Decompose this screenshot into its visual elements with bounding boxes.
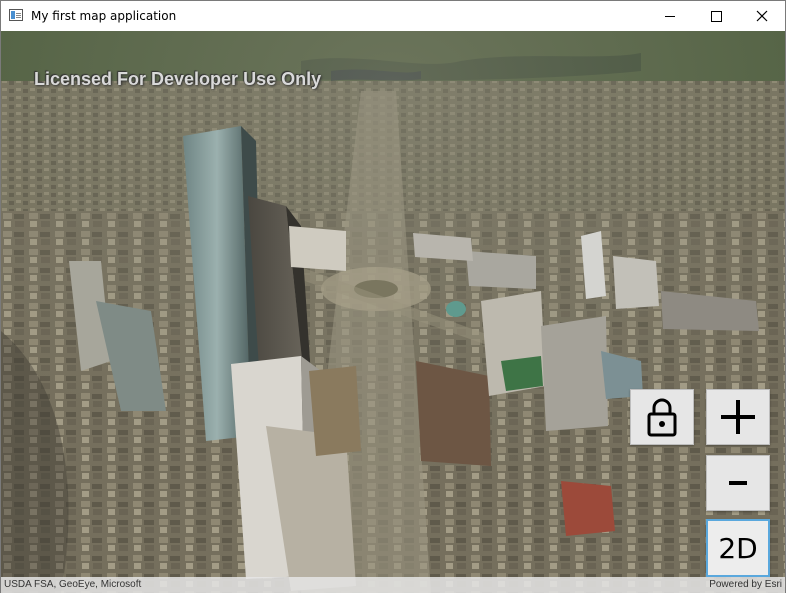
app-window: My first map application Licensed For De… [0, 0, 786, 593]
zoom-out-button[interactable] [706, 455, 770, 511]
window-title: My first map application [31, 9, 177, 23]
lock-button[interactable] [630, 389, 694, 445]
view-mode-label: 2D [718, 531, 758, 565]
plus-icon [721, 400, 755, 434]
attribution-bar: USDA FSA, GeoEye, Microsoft Powered by E… [1, 577, 785, 593]
minimize-icon [665, 15, 675, 17]
maximize-button[interactable] [693, 1, 739, 31]
maximize-icon [710, 10, 722, 22]
zoom-in-button[interactable] [706, 389, 770, 445]
minimize-button[interactable] [647, 1, 693, 31]
developer-watermark: Licensed For Developer Use Only [34, 69, 322, 89]
scene-view[interactable]: Licensed For Developer Use Only 2D USDA … [1, 31, 785, 593]
app-icon [9, 9, 23, 21]
aerial-3d-scene [1, 31, 785, 593]
view-mode-toggle-button[interactable]: 2D [706, 519, 770, 577]
minus-icon [729, 481, 747, 485]
lock-icon [647, 398, 677, 437]
close-button[interactable] [739, 1, 785, 31]
title-bar[interactable]: My first map application [1, 1, 785, 31]
attribution-text: USDA FSA, GeoEye, Microsoft [4, 579, 142, 590]
close-icon [756, 10, 768, 22]
powered-by-text: Powered by Esri [709, 579, 782, 590]
